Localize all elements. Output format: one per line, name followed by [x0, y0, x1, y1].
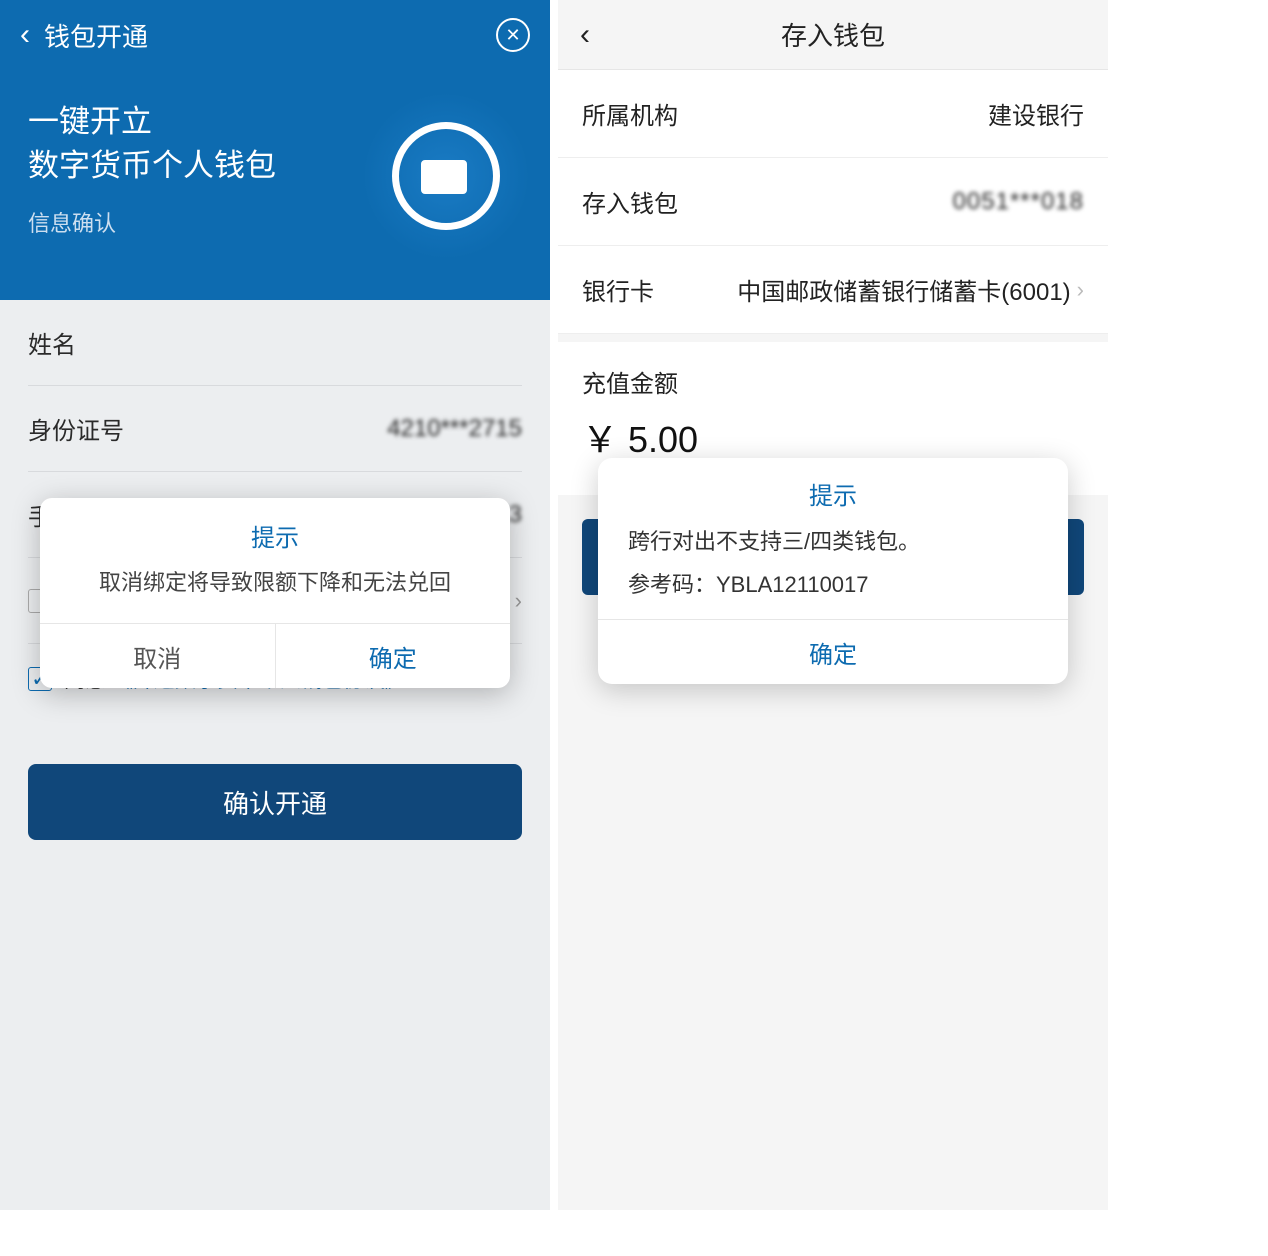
- screen-wallet-open: ‹ 钱包开通 ✕ 一键开立 数字货币个人钱包 信息确认 姓名 身份证号 4210…: [0, 0, 550, 1210]
- dialog-message: 跨行对出不支持三/四类钱包。: [598, 525, 1068, 567]
- ok-button[interactable]: 确定: [275, 624, 511, 688]
- ok-button[interactable]: 确定: [598, 620, 1068, 684]
- screen-deposit: ‹ 存入钱包 所属机构 建设银行 存入钱包 0051***018 银行卡 中国邮…: [558, 0, 1108, 1210]
- alert-dialog: 提示 取消绑定将导致限额下降和无法兑回 取消 确定: [40, 498, 510, 688]
- dialog-reference: 参考码：YBLA12110017: [598, 567, 1068, 619]
- dialog-title: 提示: [598, 458, 1068, 525]
- alert-dialog: 提示 跨行对出不支持三/四类钱包。 参考码：YBLA12110017 确定: [598, 458, 1068, 684]
- cancel-button[interactable]: 取消: [40, 624, 275, 688]
- dialog-title: 提示: [40, 498, 510, 567]
- dialog-overlay: 提示 取消绑定将导致限额下降和无法兑回 取消 确定: [0, 0, 550, 1210]
- dialog-message: 取消绑定将导致限额下降和无法兑回: [40, 567, 510, 623]
- dialog-overlay: 提示 跨行对出不支持三/四类钱包。 参考码：YBLA12110017 确定: [558, 0, 1108, 1210]
